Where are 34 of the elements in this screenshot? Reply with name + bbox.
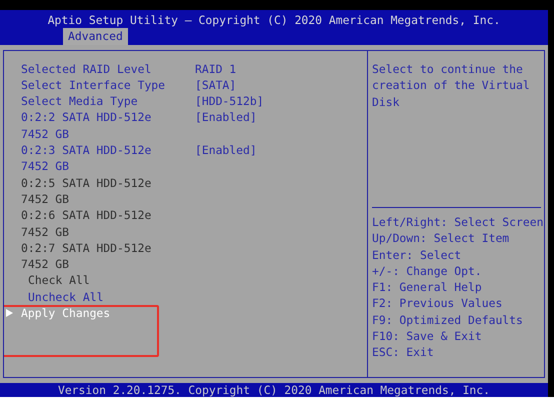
option-label[interactable]: Select Media Type <box>21 93 195 110</box>
option-label: 0:2:5 SATA HDD-512e <box>21 174 152 192</box>
key-hint: F2: Previous Values <box>372 295 504 312</box>
option-value[interactable]: [SATA] <box>195 76 236 94</box>
key-hint: Left/Right: Select Screen <box>372 214 544 230</box>
option-value[interactable]: [Enabled] <box>195 109 257 127</box>
option-label: 7452 GB <box>21 256 70 274</box>
option-label[interactable]: Selected RAID Level <box>21 60 195 78</box>
help-description: Select to continue the creation of the Virtual Disk <box>372 61 531 111</box>
option-value[interactable]: [Enabled] <box>195 142 257 160</box>
option-value[interactable]: [HDD-512b] <box>195 93 264 110</box>
option-value[interactable]: RAID 1 <box>195 60 236 78</box>
tab[interactable]: Advanced <box>63 28 128 45</box>
option-label[interactable]: Select Interface Type <box>21 76 195 94</box>
key-hint: Enter: Select <box>372 246 462 263</box>
option-label: 7452 GB <box>21 126 70 143</box>
window-title: Aptio Setup Utility – Copyright (C) 2020 American Megatrends, Inc. <box>48 13 500 27</box>
option-label[interactable]: Apply Changes <box>21 305 110 322</box>
key-hint: F1: General Help <box>372 279 483 296</box>
option-label[interactable]: 0:2:2 SATA HDD-512e <box>21 109 195 127</box>
option-label: 0:2:7 SATA HDD-512e <box>21 240 152 257</box>
option-label: 7452 GB <box>21 158 70 176</box>
status-text: Version 2.20.1275. Copyright (C) 2020 American Megatrends, Inc. <box>58 383 490 397</box>
option-label[interactable]: Uncheck All <box>28 288 104 306</box>
option-label: 7452 GB <box>21 224 70 241</box>
key-hint: Up/Down: Select Item <box>372 230 510 247</box>
key-hint: F10: Save & Exit <box>372 328 483 344</box>
option-label: 7452 GB <box>21 190 70 208</box>
key-hint: ESC: Exit <box>372 344 435 361</box>
option-label[interactable]: 0:2:3 SATA HDD-512e <box>21 142 195 160</box>
option-label: 0:2:6 SATA HDD-512e <box>21 207 152 224</box>
pointer-icon <box>6 309 13 318</box>
key-hint: +/-: Change Opt. <box>372 262 483 280</box>
key-hint: F9: Optimized Defaults <box>372 312 524 328</box>
